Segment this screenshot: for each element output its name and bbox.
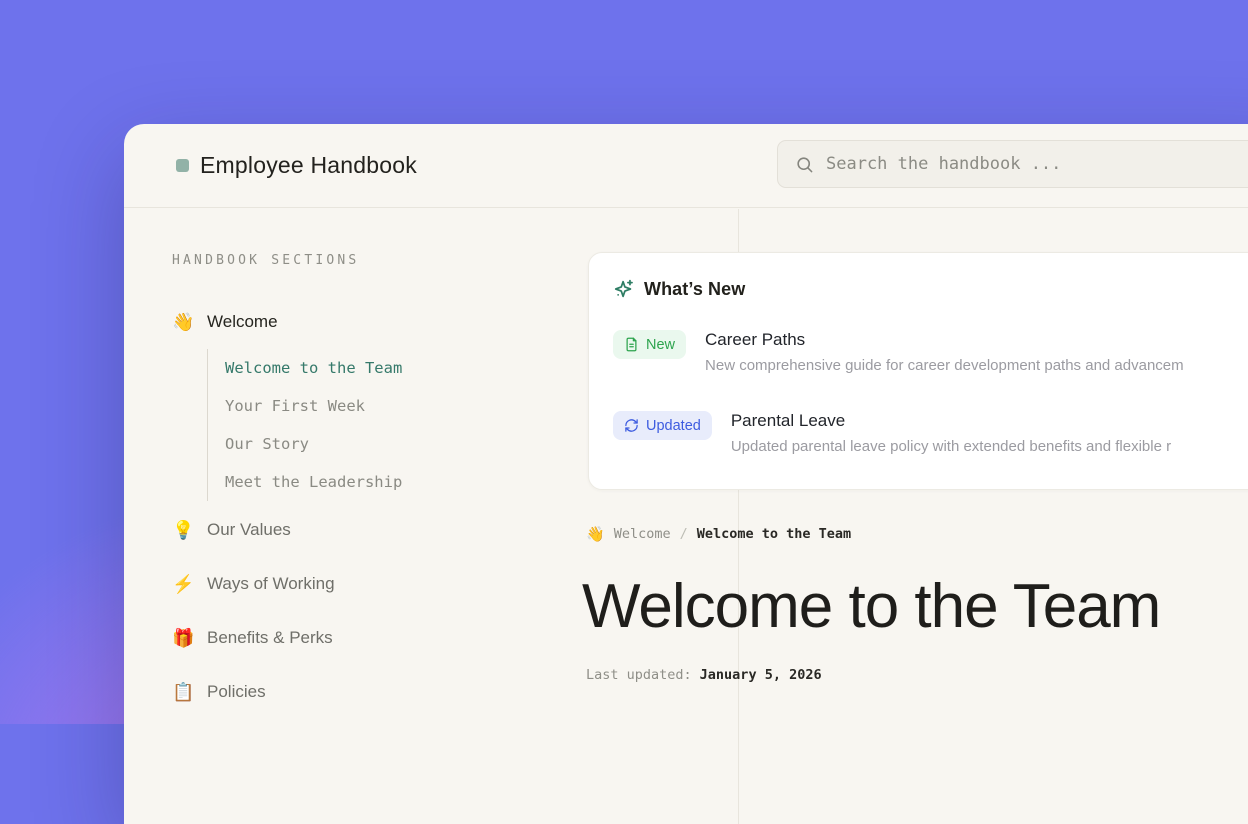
sidebar-item-label: Ways of Working xyxy=(207,574,335,594)
whats-new-header: What’s New xyxy=(613,277,1248,301)
whats-new-item-parental-leave[interactable]: Updated Parental Leave Updated parental … xyxy=(613,410,1248,457)
handbook-window: Employee Handbook HANDBOOK SECTIONS 👋 We… xyxy=(124,124,1248,824)
whats-new-item-text: Parental Leave Updated parental leave po… xyxy=(731,410,1171,457)
badge-label: New xyxy=(646,337,675,353)
breadcrumb: 👋 Welcome / Welcome to the Team xyxy=(586,525,851,543)
whats-new-item-title: Career Paths xyxy=(705,329,1184,351)
app-title: Employee Handbook xyxy=(200,152,417,179)
refresh-icon xyxy=(624,418,639,433)
sidebar-subitem-your-first-week[interactable]: Your First Week xyxy=(225,387,552,425)
search-input[interactable] xyxy=(826,154,1248,174)
sidebar-item-label: Benefits & Perks xyxy=(207,628,333,648)
page-title: Welcome to the Team xyxy=(582,571,1160,642)
sidebar: HANDBOOK SECTIONS 👋 Welcome Welcome to t… xyxy=(172,209,552,719)
breadcrumb-section[interactable]: Welcome xyxy=(614,526,671,542)
sidebar-item-label: Policies xyxy=(207,682,266,702)
whats-new-item-description: Updated parental leave policy with exten… xyxy=(731,436,1171,457)
clipboard-icon: 📋 xyxy=(172,682,194,703)
breadcrumb-separator: / xyxy=(680,526,688,542)
breadcrumb-current-page: Welcome to the Team xyxy=(697,526,851,542)
sidebar-item-welcome[interactable]: 👋 Welcome xyxy=(172,309,552,335)
sidebar-item-policies[interactable]: 📋 Policies xyxy=(172,665,552,719)
sidebar-subitem-our-story[interactable]: Our Story xyxy=(225,425,552,463)
whats-new-title: What’s New xyxy=(644,279,745,300)
app-header: Employee Handbook xyxy=(124,124,1248,208)
whats-new-item-text: Career Paths New comprehensive guide for… xyxy=(705,329,1184,376)
last-updated: Last updated: January 5, 2026 xyxy=(586,667,822,683)
sidebar-subitem-welcome-to-the-team[interactable]: Welcome to the Team xyxy=(225,349,552,387)
whats-new-item-title: Parental Leave xyxy=(731,410,1171,432)
file-text-icon xyxy=(624,337,639,352)
sidebar-sublist-welcome: Welcome to the Team Your First Week Our … xyxy=(207,349,552,501)
sidebar-subitem-meet-the-leadership[interactable]: Meet the Leadership xyxy=(225,463,552,501)
new-badge: New xyxy=(613,330,686,359)
search-icon xyxy=(795,155,814,174)
whats-new-card: What’s New New Career Paths New comprehe… xyxy=(588,252,1248,490)
sidebar-item-our-values[interactable]: 💡 Our Values xyxy=(172,503,552,557)
lightning-icon: ⚡ xyxy=(172,574,194,595)
last-updated-label: Last updated: xyxy=(586,667,692,683)
sidebar-item-label: Our Values xyxy=(207,520,291,540)
gift-icon: 🎁 xyxy=(172,628,194,649)
whats-new-item-career-paths[interactable]: New Career Paths New comprehensive guide… xyxy=(613,329,1248,376)
sparkles-icon xyxy=(613,278,635,300)
sidebar-item-ways-of-working[interactable]: ⚡ Ways of Working xyxy=(172,557,552,611)
sidebar-item-label: Welcome xyxy=(207,312,278,332)
app-logo-icon xyxy=(176,159,189,172)
waving-hand-icon: 👋 xyxy=(586,525,605,543)
updated-badge: Updated xyxy=(613,411,712,440)
light-bulb-icon: 💡 xyxy=(172,520,194,541)
whats-new-item-description: New comprehensive guide for career devel… xyxy=(705,355,1184,376)
sidebar-section-label: HANDBOOK SECTIONS xyxy=(172,253,552,269)
last-updated-value: January 5, 2026 xyxy=(700,667,822,683)
sidebar-item-benefits-perks[interactable]: 🎁 Benefits & Perks xyxy=(172,611,552,665)
waving-hand-icon: 👋 xyxy=(172,312,194,333)
badge-label: Updated xyxy=(646,418,701,434)
search-box[interactable] xyxy=(777,140,1248,188)
